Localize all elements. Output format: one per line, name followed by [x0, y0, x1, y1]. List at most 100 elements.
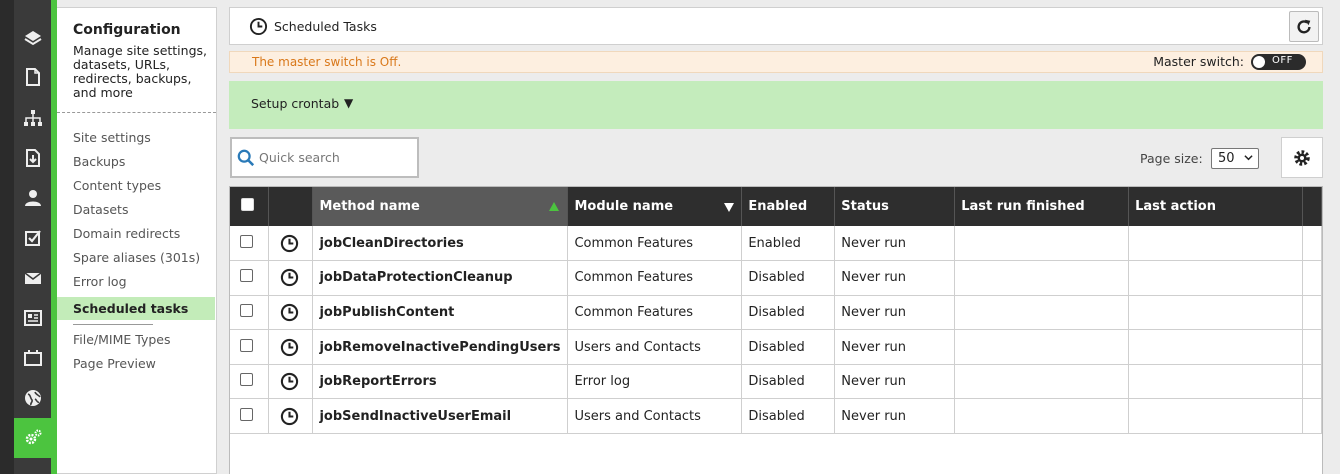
menu-item-datasets[interactable]: Datasets [57, 201, 215, 225]
spacer-cell [1302, 295, 1323, 331]
download-doc-icon[interactable] [14, 138, 51, 178]
spacer-cell [1302, 364, 1323, 400]
status-cell: Never run [834, 364, 956, 400]
menu-item-page-preview[interactable]: Page Preview [57, 355, 215, 379]
column-module-name[interactable]: Module name [567, 187, 743, 226]
newspaper-icon[interactable] [14, 298, 51, 338]
icon-rail [0, 0, 57, 474]
table-row[interactable]: jobCleanDirectories Common Features Enab… [230, 226, 1323, 262]
table-settings-button[interactable] [1281, 137, 1323, 178]
icon-column-header [268, 187, 314, 226]
enabled-cell: Enabled [741, 226, 836, 262]
status-cell: Never run [834, 226, 956, 262]
module-name-cell: Common Features [567, 295, 743, 331]
column-label: Status [841, 199, 889, 214]
setup-crontab-toggle[interactable]: Setup crontab [251, 96, 339, 111]
last-action-cell [1128, 260, 1303, 296]
envelope-icon[interactable] [14, 258, 51, 298]
table-row[interactable]: jobReportErrors Error log Disabled Never… [230, 364, 1323, 400]
column-spacer [1302, 187, 1323, 226]
calendar-icon[interactable] [14, 338, 51, 378]
table-row[interactable]: jobPublishContent Common Features Disabl… [230, 295, 1323, 331]
globe-icon[interactable] [14, 378, 51, 418]
warning-text: The master switch is Off. [252, 55, 402, 69]
table-row[interactable]: jobSendInactiveUserEmail Users and Conta… [230, 398, 1323, 435]
refresh-button[interactable] [1289, 11, 1319, 42]
page-size-value: 50 [1218, 151, 1235, 166]
row-checkbox[interactable] [240, 407, 253, 421]
method-name-cell[interactable]: jobSendInactiveUserEmail [312, 398, 569, 435]
clock-icon [281, 338, 299, 356]
column-status[interactable]: Status [834, 187, 956, 226]
chevron-down-icon [1244, 155, 1253, 161]
row-checkbox[interactable] [240, 303, 253, 317]
row-checkbox[interactable] [240, 373, 253, 387]
page-size-label: Page size: [1140, 151, 1203, 166]
row-checkbox[interactable] [240, 269, 253, 283]
clock-icon [281, 373, 299, 391]
document-icon[interactable] [14, 57, 51, 97]
menu-item-site-settings[interactable]: Site settings [57, 129, 215, 153]
column-last-action[interactable]: Last action [1128, 187, 1303, 226]
user-icon[interactable] [14, 178, 51, 218]
settings-icon[interactable] [14, 418, 51, 458]
caret-down-icon[interactable]: ▼ [344, 96, 353, 110]
crontab-panel: Setup crontab ▼ [229, 81, 1323, 129]
sitemap-icon[interactable] [14, 98, 51, 138]
method-name-cell[interactable]: jobPublishContent [312, 295, 569, 331]
status-cell: Never run [834, 329, 956, 365]
menu-item-spare-aliases[interactable]: Spare aliases (301s) [57, 249, 215, 273]
master-switch-warning: The master switch is Off. Master switch:… [229, 51, 1323, 73]
master-switch-toggle[interactable]: OFF [1251, 54, 1306, 70]
clock-icon [249, 17, 268, 36]
row-select-cell [230, 364, 270, 400]
master-switch-label: Master switch: [1153, 54, 1244, 69]
row-select-cell [230, 329, 270, 365]
toggle-knob [1253, 56, 1265, 68]
enabled-cell: Disabled [741, 364, 836, 400]
menu-item-domain-redirects[interactable]: Domain redirects [57, 225, 215, 249]
spacer-cell [1302, 398, 1323, 435]
module-name-cell: Common Features [567, 260, 743, 296]
gear-icon [1294, 149, 1310, 166]
method-name-cell[interactable]: jobDataProtectionCleanup [312, 260, 569, 296]
column-method-name[interactable]: Method name [312, 187, 569, 226]
menu-item-backups[interactable]: Backups [57, 153, 215, 177]
menu-item-content-types[interactable]: Content types [57, 177, 215, 201]
table-row[interactable]: jobDataProtectionCleanup Common Features… [230, 260, 1323, 296]
menu-item-scheduled-tasks[interactable]: Scheduled tasks [57, 297, 215, 320]
toggle-state: OFF [1272, 55, 1293, 66]
row-icon-cell [268, 398, 314, 435]
method-name-cell[interactable]: jobCleanDirectories [312, 226, 569, 262]
select-all-checkbox[interactable] [241, 198, 254, 211]
table-header-row: Method name Module name Enabled Status L… [230, 187, 1323, 226]
clock-icon [281, 303, 299, 322]
column-last-run-finished[interactable]: Last run finished [954, 187, 1130, 226]
config-description: Manage site settings, datasets, URLs, re… [73, 43, 207, 100]
last-run-cell [954, 260, 1130, 296]
config-title: Configuration [73, 22, 181, 38]
checkbox-icon[interactable] [14, 218, 51, 258]
menu-separator [73, 324, 153, 325]
last-run-cell [954, 364, 1130, 400]
last-action-cell [1128, 226, 1303, 262]
row-checkbox[interactable] [240, 234, 253, 248]
config-panel: Configuration Manage site settings, data… [57, 7, 217, 474]
method-name-cell[interactable]: jobReportErrors [312, 364, 569, 400]
spacer-cell [1302, 329, 1323, 365]
row-checkbox[interactable] [240, 338, 253, 352]
select-all-header [230, 187, 270, 226]
column-enabled[interactable]: Enabled [741, 187, 836, 226]
row-select-cell [230, 260, 270, 296]
last-run-cell [954, 398, 1130, 435]
last-run-cell [954, 329, 1130, 365]
menu-item-error-log[interactable]: Error log [57, 273, 215, 297]
method-name-cell[interactable]: jobRemoveInactivePendingUsers [312, 329, 569, 365]
search-input[interactable] [259, 147, 409, 167]
menu-item-file-mime-types[interactable]: File/MIME Types [57, 331, 215, 355]
sort-asc-icon [549, 202, 560, 211]
page-size-select[interactable]: 50 [1211, 148, 1259, 169]
layers-icon[interactable] [14, 18, 51, 58]
row-icon-cell [268, 329, 314, 365]
table-row[interactable]: jobRemoveInactivePendingUsers Users and … [230, 329, 1323, 365]
